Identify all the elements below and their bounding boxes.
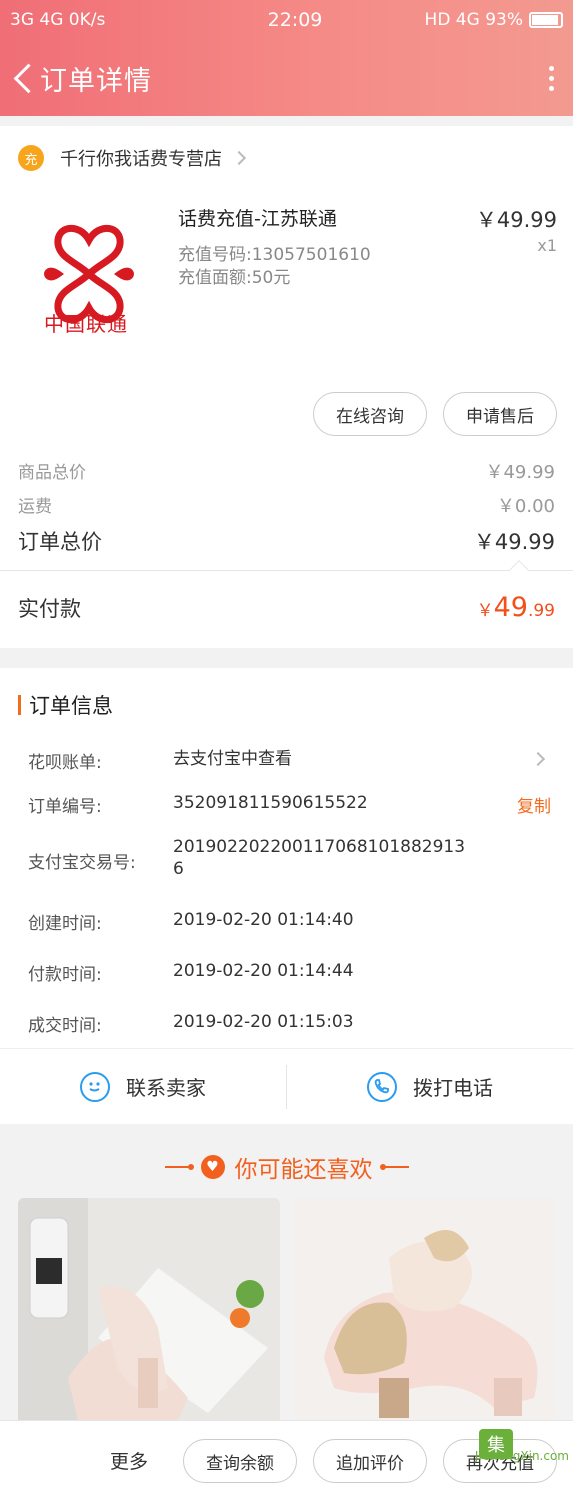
brand-text: 中国联通	[44, 312, 128, 336]
more-menu-icon[interactable]	[539, 58, 563, 98]
call-label: 拨打电话	[413, 1076, 493, 1100]
product-row[interactable]: 中国联通 话费充值-江苏联通 充值号码:13057501610 充值面额:50元…	[0, 190, 573, 380]
contact-bar: 联系卖家 拨打电话	[0, 1048, 573, 1124]
heart-icon: ♥	[200, 1155, 225, 1179]
chat-face-icon	[80, 1071, 110, 1102]
network-status: 3G 4G 0K/s	[10, 10, 106, 30]
alipay-trade-number: 201902202200117068101882913 6	[173, 837, 466, 879]
info-value: 去支付宝中查看	[173, 749, 292, 769]
product-title: 话费充值-江苏联通	[178, 208, 337, 230]
system-indicators: HD 4G 93%	[340, 10, 563, 30]
contact-seller-label: 联系卖家	[126, 1076, 206, 1100]
order-total-row: 订单总价 ￥49.99	[18, 526, 555, 556]
after-sale-button[interactable]: 申请售后	[443, 392, 557, 436]
order-info-card: 订单信息 花呗账单: 去支付宝中查看 订单编号: 352091811590615…	[0, 668, 573, 1124]
bottom-action-bar: 更多 查询余额 追加评价 再次充值 集 JiChengXin.com	[0, 1420, 573, 1500]
info-label: 付款时间:	[28, 965, 102, 985]
header: 3G 4G 0K/s 22:09 HD 4G 93% 订单详情	[0, 0, 573, 116]
accent-bar	[18, 695, 21, 715]
caret-icon	[509, 560, 529, 580]
goods-total-label: 商品总价	[18, 463, 86, 483]
page-title: 订单详情	[40, 65, 152, 97]
paid-value: ￥49.99	[476, 592, 555, 623]
product-image[interactable]	[294, 1198, 556, 1420]
call-button[interactable]: 拨打电话	[287, 1071, 573, 1102]
recharge-number: 充值号码:13057501610	[178, 245, 371, 265]
recommend-section: ♥ 你可能还喜欢	[0, 1124, 573, 1420]
product-quantity: x1	[537, 236, 557, 255]
shipping-value: ￥0.00	[496, 496, 555, 517]
check-balance-button[interactable]: 查询余额	[183, 1439, 297, 1483]
indicator-text: HD 4G 93%	[424, 10, 523, 30]
recharge-amount: 充值面额:50元	[178, 268, 291, 288]
recommend-header: ♥ 你可能还喜欢	[0, 1150, 573, 1184]
divider	[0, 570, 573, 571]
shipping-row: 运费 ￥0.00	[18, 492, 555, 518]
status-bar: 3G 4G 0K/s 22:09 HD 4G 93%	[0, 0, 573, 40]
info-value: 2019-02-20 01:14:40	[173, 910, 354, 930]
back-icon[interactable]	[10, 58, 38, 98]
phone-icon	[367, 1071, 397, 1102]
shipping-label: 运费	[18, 497, 52, 517]
battery-icon	[529, 12, 563, 28]
item-actions: 在线咨询 申请售后	[0, 380, 573, 448]
goods-total-value: ￥49.99	[485, 462, 555, 483]
paid-row: 实付款 ￥49.99	[18, 592, 555, 623]
product-image[interactable]	[18, 1198, 280, 1420]
store-row[interactable]: 充 千行你我话费专营店	[0, 126, 573, 190]
chevron-right-icon	[231, 150, 247, 166]
info-value: 2019-02-20 01:14:44	[173, 961, 354, 981]
info-value: 2019-02-20 01:15:03	[173, 1012, 354, 1032]
info-label: 花呗账单:	[28, 753, 102, 773]
store-logo-icon: 充	[18, 145, 44, 171]
divider	[164, 1164, 194, 1170]
add-review-button[interactable]: 追加评价	[313, 1439, 427, 1483]
info-label: 支付宝交易号:	[28, 853, 136, 873]
chevron-right-icon	[530, 751, 546, 767]
online-consult-button[interactable]: 在线咨询	[313, 392, 427, 436]
info-label: 成交时间:	[28, 1016, 102, 1036]
contact-seller-button[interactable]: 联系卖家	[0, 1071, 286, 1102]
order-info-title: 订单信息	[29, 694, 113, 718]
order-number: 352091811590615522	[173, 793, 368, 813]
divider	[379, 1164, 409, 1170]
price-summary: 商品总价 ￥49.99 运费 ￥0.00 订单总价 ￥49.99 实付款 ￥49…	[0, 448, 573, 648]
order-total-label: 订单总价	[18, 530, 102, 554]
store-name: 千行你我话费专营店	[60, 149, 222, 170]
more-button[interactable]: 更多	[110, 1447, 148, 1474]
info-label: 订单编号:	[28, 797, 102, 817]
product-price: ￥49.99	[475, 208, 557, 232]
info-label: 创建时间:	[28, 914, 102, 934]
goods-total-row: 商品总价 ￥49.99	[18, 458, 555, 484]
paid-label: 实付款	[18, 596, 81, 621]
nav-bar: 订单详情	[0, 40, 573, 116]
order-total-value: ￥49.99	[473, 530, 555, 554]
watermark-text: JiChengXin.com	[474, 1449, 569, 1463]
copy-button[interactable]: 复制	[517, 792, 551, 817]
clock: 22:09	[267, 9, 323, 31]
order-info-header: 订单信息	[18, 690, 113, 720]
order-item-card: 充 千行你我话费专营店 中国联通 话费充值-江苏联通 充值号码:13057501…	[0, 126, 573, 448]
recommend-title: 你可能还喜欢	[234, 1157, 373, 1183]
